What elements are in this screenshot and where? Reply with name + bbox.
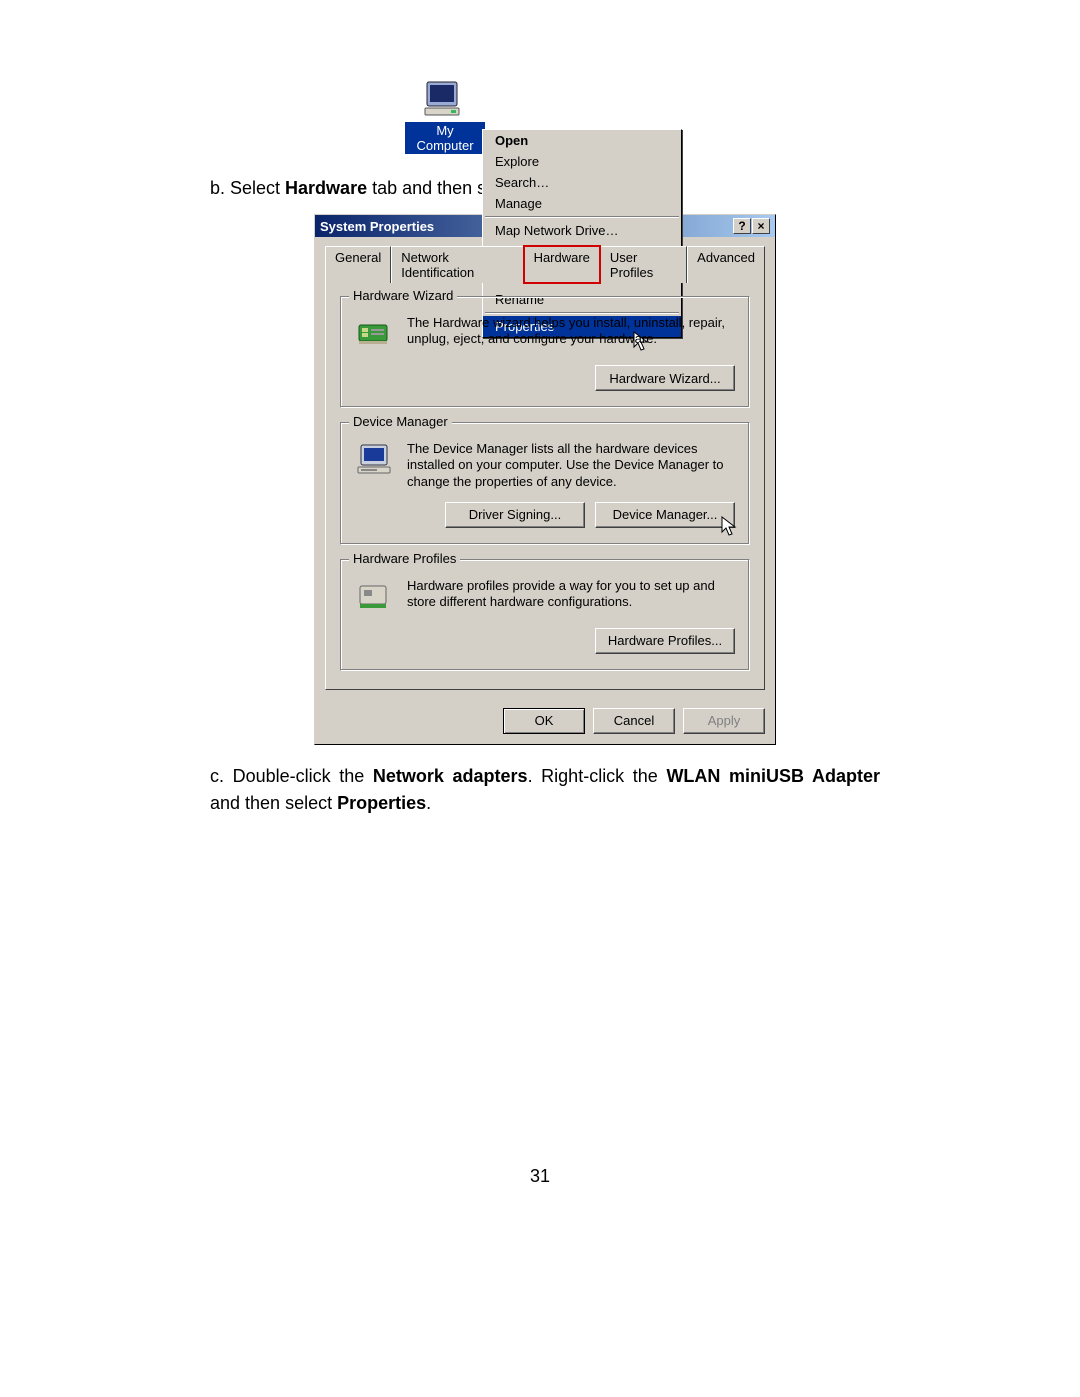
tab-general[interactable]: General: [325, 246, 391, 283]
menu-search[interactable]: Search…: [483, 172, 681, 193]
tabstrip: General Network Identification Hardware …: [325, 245, 765, 282]
legend-hardware-wizard: Hardware Wizard: [349, 288, 457, 303]
my-computer-label: My Computer: [405, 122, 485, 154]
device-manager-button[interactable]: Device Manager...: [595, 502, 735, 528]
profile-icon: [355, 578, 393, 616]
group-hardware-wizard: Hardware Wizard The Hardware wizard help…: [340, 296, 750, 408]
menu-map-drive[interactable]: Map Network Drive…: [483, 220, 681, 241]
dialog-title: System Properties: [320, 219, 434, 234]
menu-explore[interactable]: Explore: [483, 151, 681, 172]
computer-icon: [423, 80, 467, 120]
driver-signing-button[interactable]: Driver Signing...: [445, 502, 585, 528]
ok-button[interactable]: OK: [503, 708, 585, 734]
tab-user-profiles[interactable]: User Profiles: [600, 246, 687, 283]
bottom-buttons: OK Cancel Apply: [315, 702, 775, 744]
tab-panel: Hardware Wizard The Hardware wizard help…: [325, 281, 765, 690]
cancel-button[interactable]: Cancel: [593, 708, 675, 734]
hardware-wizard-button[interactable]: Hardware Wizard...: [595, 365, 735, 391]
page-number: 31: [0, 1166, 1080, 1187]
cursor-icon: [721, 516, 739, 538]
help-button[interactable]: ?: [733, 218, 751, 234]
instruction-c: c. Double-click the Network adapters. Ri…: [210, 763, 880, 817]
device-manager-text: The Device Manager lists all the hardwar…: [407, 441, 735, 490]
menu-manage[interactable]: Manage: [483, 193, 681, 214]
tab-advanced[interactable]: Advanced: [687, 246, 765, 283]
monitor-icon: [355, 441, 393, 479]
hardware-wizard-text: The Hardware wizard helps you install, u…: [407, 315, 735, 353]
close-button[interactable]: ×: [752, 218, 770, 234]
tab-network-id[interactable]: Network Identification: [391, 246, 523, 283]
contextmenu-figure: My Computer Open Explore Search… Manage …: [405, 80, 685, 155]
group-hardware-profiles: Hardware Profiles Hardware profiles prov…: [340, 559, 750, 671]
group-device-manager: Device Manager The Device Manager lists …: [340, 422, 750, 545]
legend-device-manager: Device Manager: [349, 414, 452, 429]
tab-hardware[interactable]: Hardware: [524, 246, 600, 283]
apply-button[interactable]: Apply: [683, 708, 765, 734]
hardware-profiles-text: Hardware profiles provide a way for you …: [407, 578, 735, 616]
legend-hardware-profiles: Hardware Profiles: [349, 551, 460, 566]
hardware-profiles-button[interactable]: Hardware Profiles...: [595, 628, 735, 654]
my-computer-icon[interactable]: My Computer: [405, 80, 485, 155]
menu-open[interactable]: Open: [483, 130, 681, 151]
menu-separator: [485, 216, 679, 218]
card-icon: [355, 315, 393, 353]
